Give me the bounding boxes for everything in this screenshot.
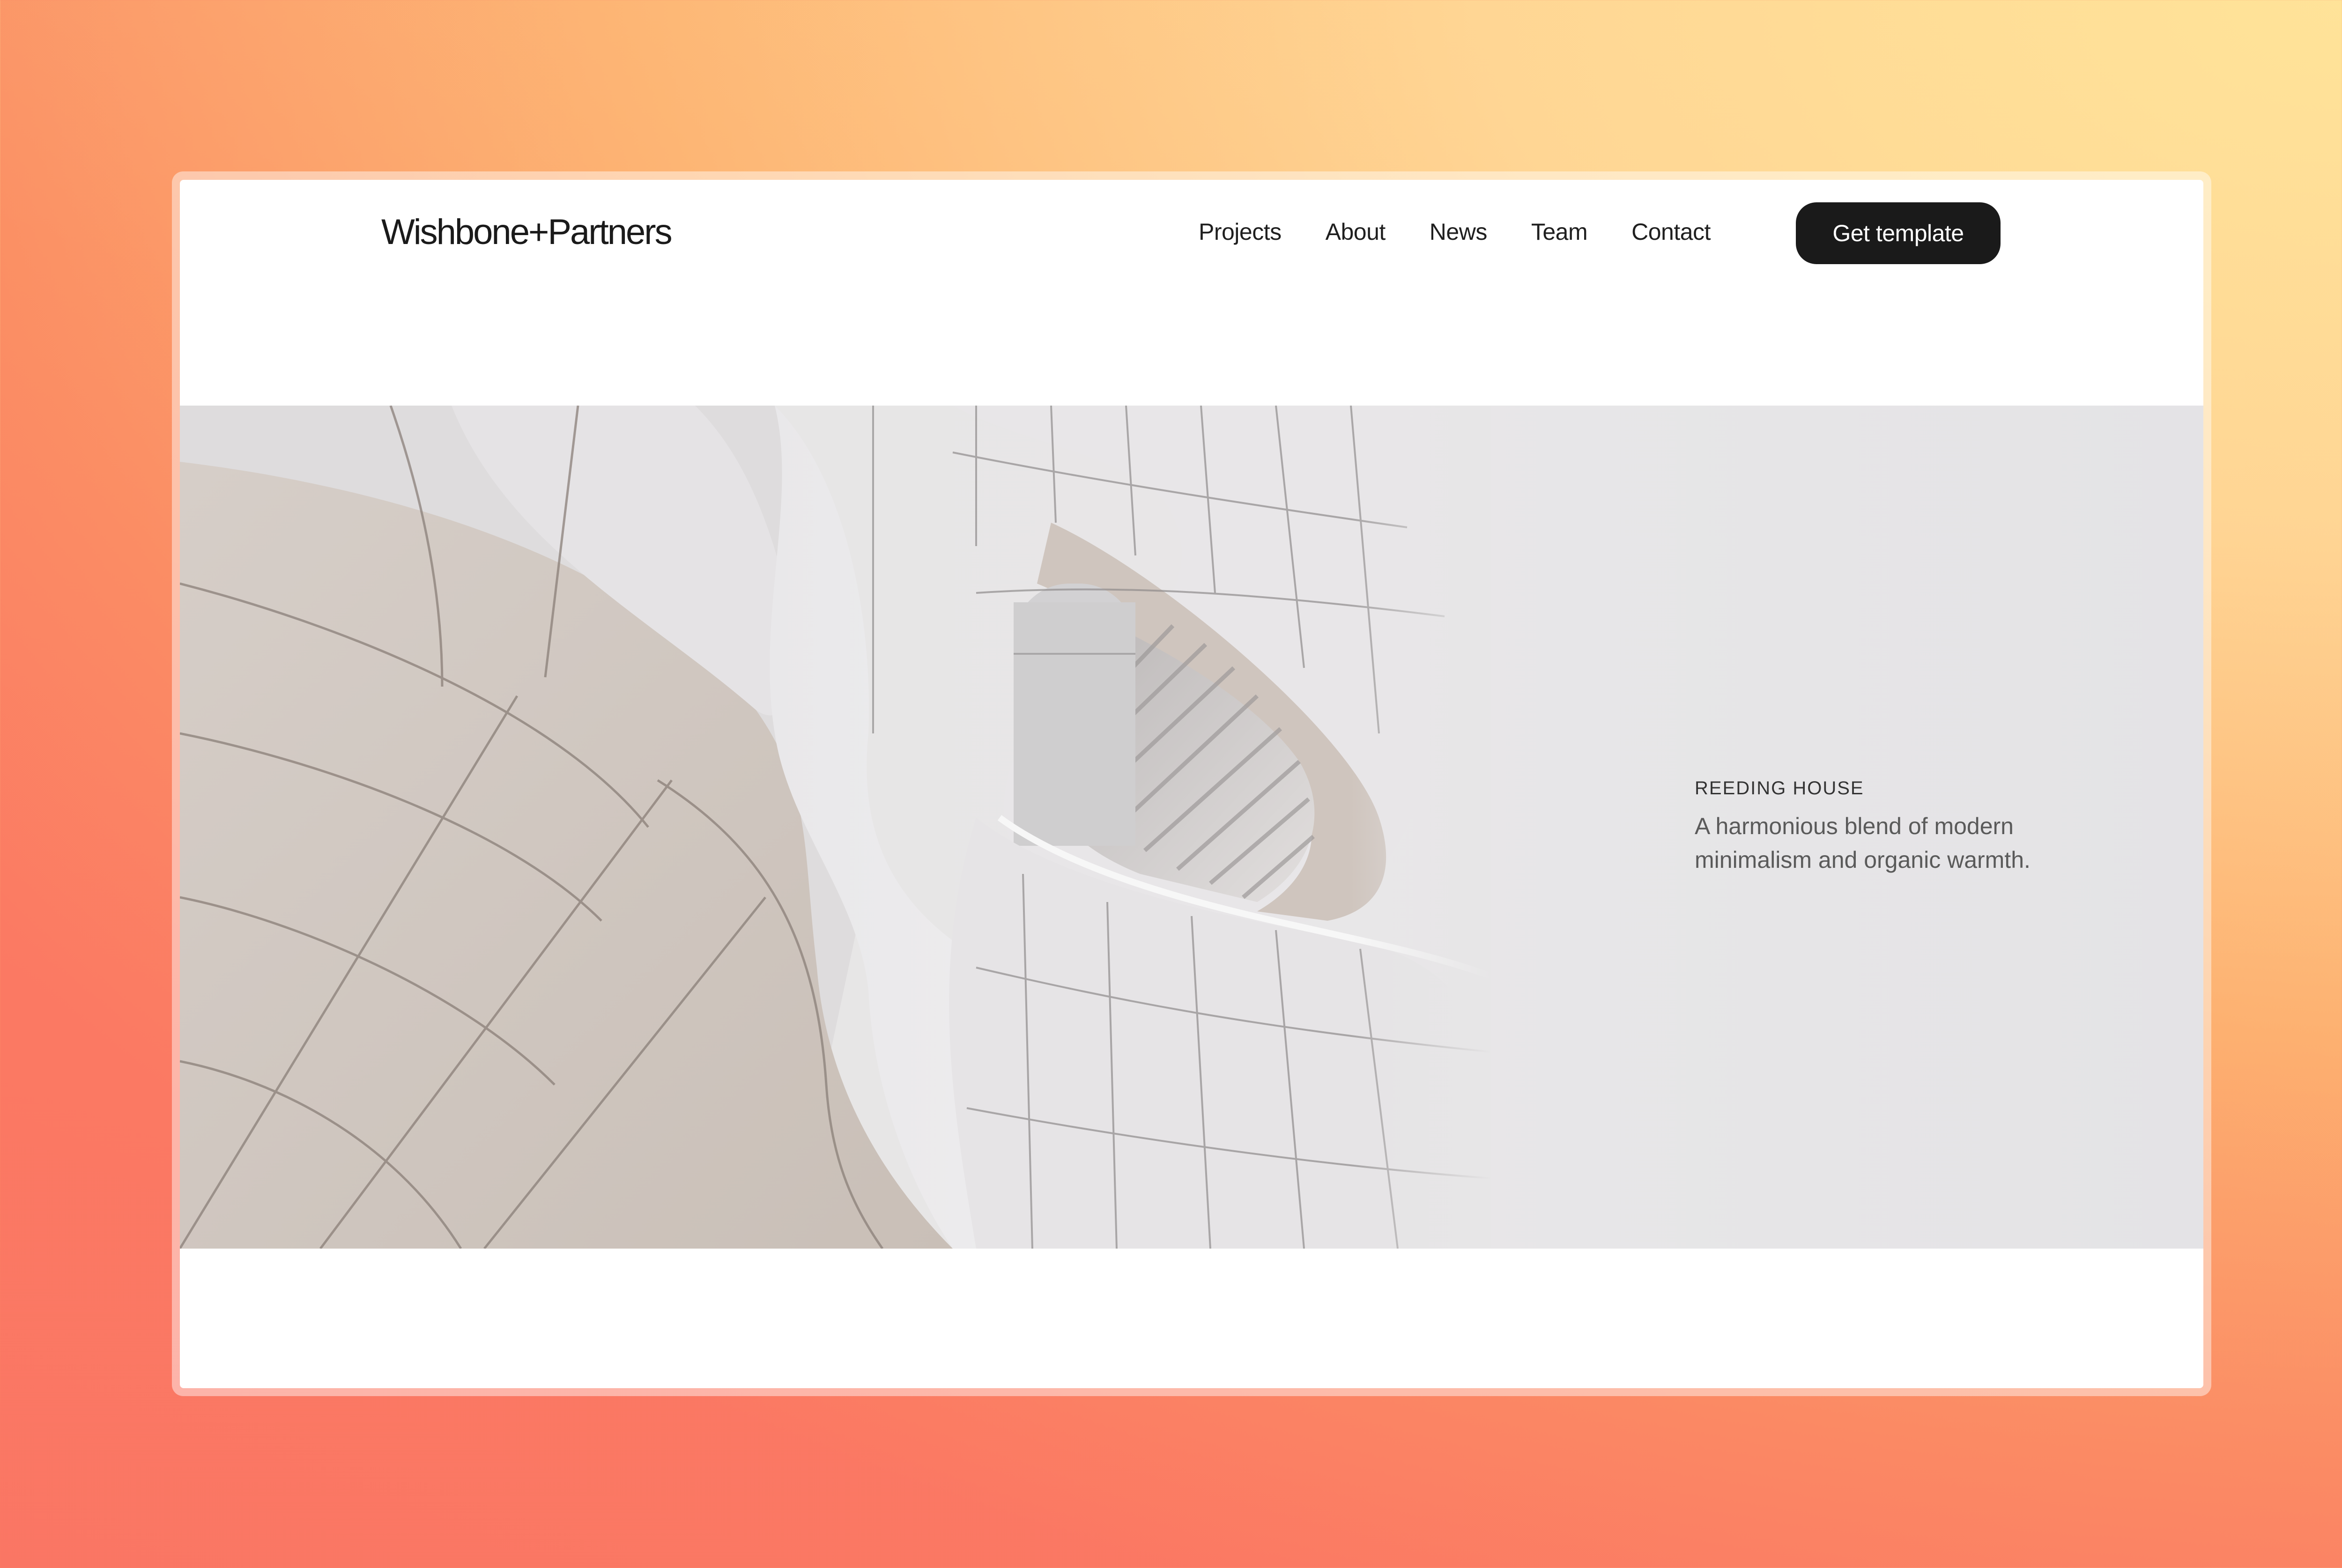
- navbar: Wishbone+Partners Projects About News Te…: [180, 180, 2203, 288]
- nav-links: Projects About News Team Contact: [1199, 218, 1711, 245]
- nav-projects[interactable]: Projects: [1199, 218, 1282, 245]
- logo[interactable]: Wishbone+Partners: [381, 212, 673, 252]
- nav-news[interactable]: News: [1430, 218, 1488, 245]
- project-description: A harmonious blend of modern minimalism …: [1695, 813, 2031, 873]
- project-title: REEDING HOUSE: [1695, 778, 1864, 799]
- project-caption: REEDING HOUSE A harmonious blend of mode…: [1695, 778, 2116, 877]
- nav-contact[interactable]: Contact: [1631, 218, 1711, 245]
- nav-about[interactable]: About: [1326, 218, 1386, 245]
- get-template-button[interactable]: Get template: [1796, 202, 2001, 264]
- nav-team[interactable]: Team: [1531, 218, 1588, 245]
- architecture-photo: [180, 406, 1491, 1249]
- browser-window: Wishbone+Partners Projects About News Te…: [180, 180, 2203, 1388]
- hero-section: REEDING HOUSE A harmonious blend of mode…: [180, 406, 2203, 1249]
